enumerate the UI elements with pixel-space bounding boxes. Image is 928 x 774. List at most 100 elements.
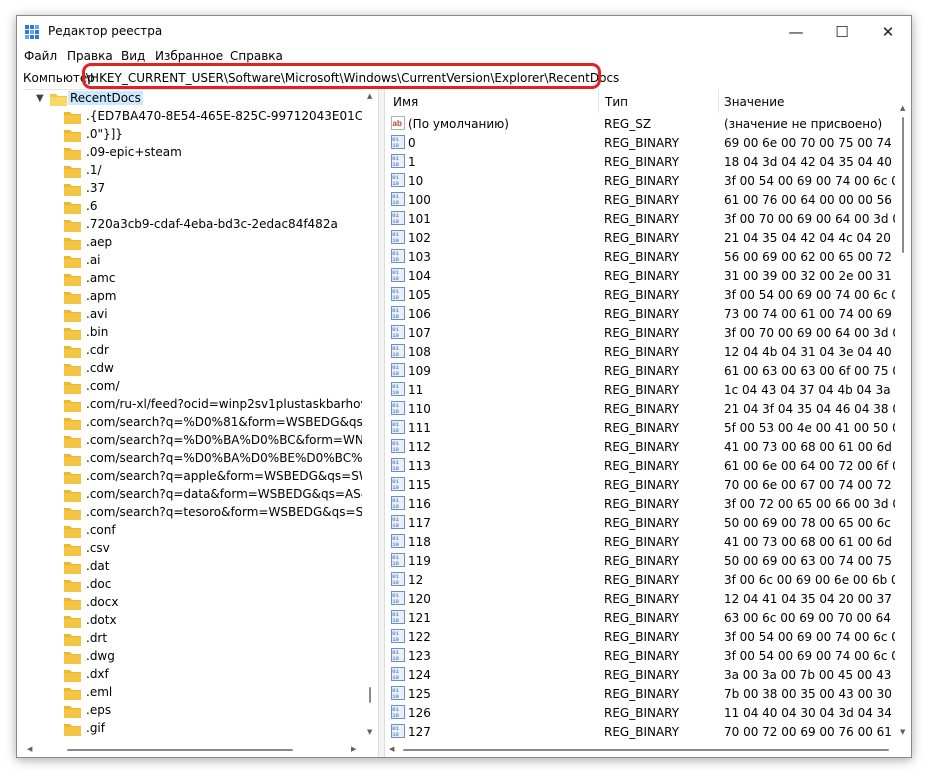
scroll-thumb[interactable] — [369, 687, 371, 703]
value-type: REG_BINARY — [604, 687, 680, 701]
table-row[interactable]: 01 10 102 REG_BINARY 21 04 35 04 42 04 4c 04… — [385, 228, 895, 247]
svg-text:10: 10 — [392, 161, 399, 168]
scroll-thumb[interactable] — [902, 117, 904, 253]
scroll-left-icon[interactable]: ◀ — [27, 746, 32, 753]
tree-horizontal-scrollbar[interactable]: ◀ ▶ — [23, 742, 362, 757]
list-vertical-scrollbar[interactable]: ▲ ▼ — [895, 89, 911, 742]
table-row[interactable]: 01 10 100 REG_BINARY 61 00 76 00 64 00 00 00… — [385, 190, 895, 209]
table-row[interactable]: 01 10 11 REG_BINARY 1c 04 43 04 37 04 4b 04 … — [385, 380, 895, 399]
table-row[interactable]: 01 10 112 REG_BINARY 41 00 73 00 68 00 61 00… — [385, 437, 895, 456]
value-type: REG_BINARY — [604, 573, 680, 587]
table-row[interactable]: 01 10 120 REG_BINARY 12 04 41 04 35 04 20 00… — [385, 589, 895, 608]
table-row[interactable]: 01 10 0 REG_BINARY 69 00 6e 00 70 00 75 00 7… — [385, 133, 895, 152]
value-name: 115 — [408, 478, 431, 492]
column-divider[interactable] — [718, 89, 719, 113]
menu-edit[interactable]: Правка — [67, 49, 113, 63]
close-button[interactable]: ✕ — [865, 16, 911, 48]
key-tree[interactable]: ▼ RecentDocs .{ED7BA470-8E54-465E-825C-9… — [23, 89, 362, 743]
table-row[interactable]: 01 10 124 REG_BINARY 3a 00 3a 00 7b 00 45 00… — [385, 665, 895, 684]
value-type: REG_BINARY — [604, 611, 680, 625]
scroll-down-icon[interactable]: ▼ — [367, 729, 372, 736]
svg-text:10: 10 — [392, 503, 399, 510]
folder-icon — [64, 202, 81, 214]
table-row[interactable]: 01 10 107 REG_BINARY 3f 00 70 00 69 00 64 00… — [385, 323, 895, 342]
column-divider[interactable] — [598, 89, 599, 113]
scroll-right-icon[interactable]: ▶ — [351, 746, 356, 753]
address-bar[interactable]: Компьютер \HKEY_CURRENT_USER\Software\Mi… — [17, 63, 911, 89]
binary-value-icon: 0110 — [391, 439, 405, 453]
table-row[interactable]: ab (По умолчанию) REG_SZ (значение не присв… — [385, 114, 895, 133]
value-data: 31 00 39 00 32 00 2e 00 31 00 36 0 — [724, 269, 895, 283]
scroll-up-icon[interactable]: ▲ — [900, 105, 905, 112]
value-data: 56 00 69 00 62 00 65 00 72 00 00 0 — [724, 250, 895, 264]
tree-item-label: .docx — [86, 595, 119, 609]
scroll-up-icon[interactable]: ▲ — [367, 93, 372, 100]
values-list[interactable]: Имя Тип Значение ab (По умолчанию) REG_SZ (… — [385, 89, 895, 742]
table-row[interactable]: 01 10 12 REG_BINARY 3f 00 6c 00 69 00 6e 00 … — [385, 570, 895, 589]
value-name: (По умолчанию) — [408, 117, 509, 131]
value-name: 112 — [408, 440, 431, 454]
menu-file[interactable]: Файл — [24, 49, 57, 63]
binary-value-icon: 0110 — [391, 496, 405, 510]
tree-item-label: .dwg — [86, 649, 115, 663]
table-row[interactable]: 01 10 106 REG_BINARY 73 00 74 00 61 00 74 00… — [385, 304, 895, 323]
menu-view[interactable]: Вид — [121, 49, 145, 63]
table-row[interactable]: 01 10 113 REG_BINARY 61 00 6e 00 64 00 72 00… — [385, 456, 895, 475]
tree-item-label: .cdr — [86, 343, 109, 357]
table-row[interactable]: 01 10 10 REG_BINARY 3f 00 54 00 69 00 74 00 … — [385, 171, 895, 190]
table-row[interactable]: 01 10 109 REG_BINARY 61 00 63 00 63 00 6f 00… — [385, 361, 895, 380]
table-row[interactable]: 01 10 116 REG_BINARY 3f 00 72 00 65 00 66 00… — [385, 494, 895, 513]
menu-favorites[interactable]: Избранное — [155, 49, 223, 63]
tree-vertical-scrollbar[interactable]: ▲ ▼ — [362, 89, 378, 742]
table-row[interactable]: 01 10 127 REG_BINARY 70 00 72 00 69 00 76 00… — [385, 722, 895, 741]
list-horizontal-scrollbar[interactable]: ◀ — [385, 742, 895, 757]
title-bar[interactable]: Редактор реестра — ☐ ✕ — [17, 16, 911, 48]
column-name[interactable]: Имя — [393, 95, 418, 109]
table-row[interactable]: 01 10 119 REG_BINARY 50 00 69 00 63 00 74 00… — [385, 551, 895, 570]
table-row[interactable]: 01 10 103 REG_BINARY 56 00 69 00 62 00 65 00… — [385, 247, 895, 266]
folder-icon — [64, 724, 81, 736]
scroll-down-icon[interactable]: ▼ — [900, 729, 905, 736]
table-row[interactable]: 01 10 111 REG_BINARY 5f 00 53 00 4e 00 41 00… — [385, 418, 895, 437]
scroll-thumb[interactable] — [67, 749, 293, 751]
chevron-down-icon[interactable]: ▼ — [36, 93, 44, 104]
svg-text:10: 10 — [392, 237, 399, 244]
table-row[interactable]: 01 10 105 REG_BINARY 3f 00 54 00 69 00 74 00… — [385, 285, 895, 304]
scroll-thumb[interactable] — [403, 749, 889, 751]
value-name: 12 — [408, 573, 424, 587]
table-row[interactable]: 01 10 1 REG_BINARY 18 04 3d 04 42 04 35 04 4… — [385, 152, 895, 171]
table-row[interactable]: 01 10 108 REG_BINARY 12 04 4b 04 31 04 3e 04… — [385, 342, 895, 361]
table-row[interactable]: 01 10 122 REG_BINARY 3f 00 54 00 69 00 74 00… — [385, 627, 895, 646]
value-name: 124 — [408, 668, 431, 682]
value-type: REG_BINARY — [604, 212, 680, 226]
folder-icon — [64, 274, 81, 286]
table-row[interactable]: 01 10 101 REG_BINARY 3f 00 70 00 69 00 64 00… — [385, 209, 895, 228]
menu-help[interactable]: Справка — [230, 49, 283, 63]
table-row[interactable]: 01 10 125 REG_BINARY 7b 00 38 00 35 00 43 00… — [385, 684, 895, 703]
scroll-left-icon[interactable]: ◀ — [389, 746, 394, 753]
maximize-button[interactable]: ☐ — [819, 16, 865, 48]
value-data: 63 00 6c 00 69 00 70 00 64 00 69 0 — [724, 611, 895, 625]
table-row[interactable]: 01 10 117 REG_BINARY 50 00 69 00 78 00 65 00… — [385, 513, 895, 532]
table-row[interactable]: 01 10 118 REG_BINARY 41 00 73 00 68 00 61 00… — [385, 532, 895, 551]
value-name: 116 — [408, 497, 431, 511]
table-row[interactable]: 01 10 115 REG_BINARY 70 00 6e 00 67 00 74 00… — [385, 475, 895, 494]
table-row[interactable]: 01 10 126 REG_BINARY 11 04 40 04 30 04 3d 04… — [385, 703, 895, 722]
tree-item-label: .dxf — [86, 667, 109, 681]
folder-open-icon — [50, 94, 67, 106]
table-row[interactable]: 01 10 110 REG_BINARY 21 04 3f 04 35 04 46 04… — [385, 399, 895, 418]
column-value[interactable]: Значение — [724, 95, 784, 109]
folder-icon — [64, 706, 81, 718]
value-type: REG_BINARY — [604, 535, 680, 549]
table-row[interactable]: 01 10 123 REG_BINARY 3f 00 54 00 69 00 74 00… — [385, 646, 895, 665]
column-type[interactable]: Тип — [605, 95, 628, 109]
svg-text:10: 10 — [392, 541, 399, 548]
binary-value-icon: 0110 — [391, 705, 405, 719]
tree-item-label: .conf — [86, 523, 116, 537]
tree-item-label: .6 — [86, 199, 98, 213]
pane-splitter[interactable] — [378, 89, 385, 757]
table-row[interactable]: 01 10 104 REG_BINARY 31 00 39 00 32 00 2e 00… — [385, 266, 895, 285]
minimize-button[interactable]: — — [773, 16, 819, 48]
value-type: REG_BINARY — [604, 649, 680, 663]
table-row[interactable]: 01 10 121 REG_BINARY 63 00 6c 00 69 00 70 00… — [385, 608, 895, 627]
